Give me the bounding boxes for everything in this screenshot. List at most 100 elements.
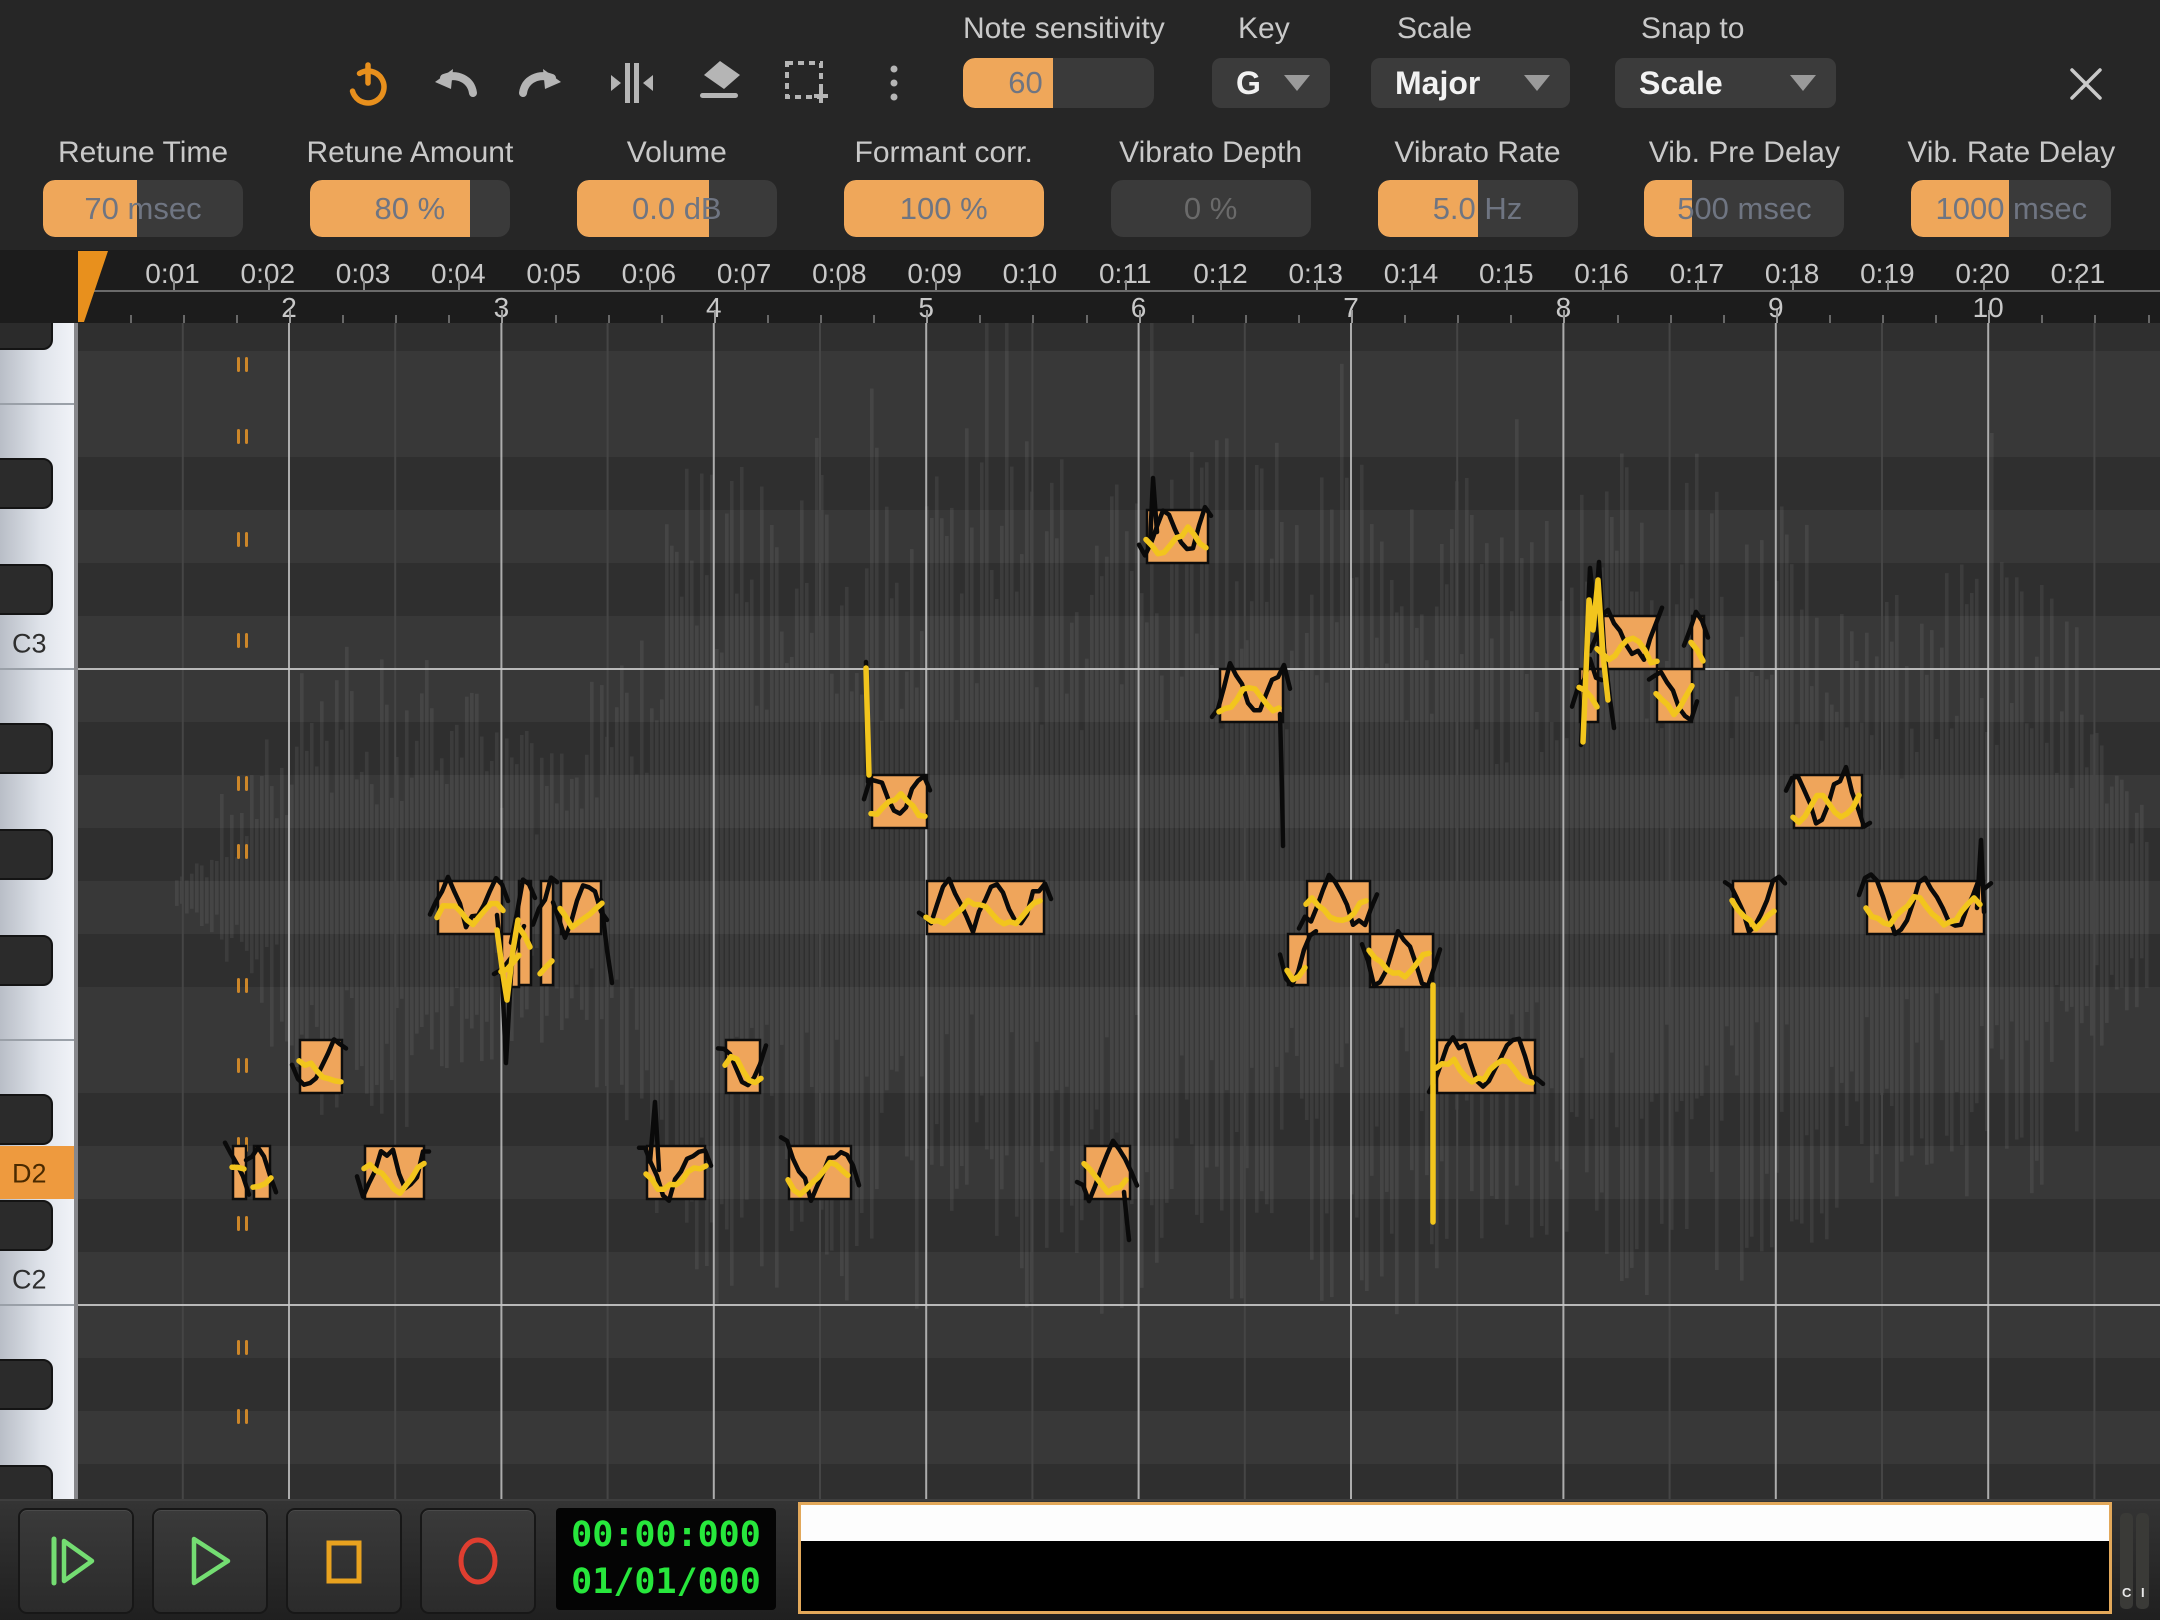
grid-halfbar-line	[394, 323, 396, 1499]
black-key[interactable]	[0, 1466, 52, 1499]
scale-note-mark	[237, 1409, 240, 1424]
ruler-time-tick	[1887, 280, 1889, 290]
power-icon	[340, 55, 396, 111]
param-label: Volume	[537, 136, 817, 168]
param-label: Retune Time	[3, 136, 283, 168]
more-button[interactable]	[866, 55, 922, 111]
ruler-bar-tick	[661, 315, 663, 323]
pitch-editor-window: Note sensitivity 60 Key G Scale Major Sn…	[0, 0, 2160, 1620]
eraser-button[interactable]	[692, 55, 748, 111]
grid-row	[78, 351, 2160, 404]
ruler-bar-tick	[1723, 315, 1725, 323]
ruler-time-tick	[1125, 280, 1127, 290]
ruler-time-tick	[268, 280, 270, 290]
key-label: Key	[1238, 12, 1290, 46]
redo-icon	[513, 55, 569, 111]
white-key-separator	[0, 403, 74, 405]
scale-dropdown[interactable]: Major	[1371, 58, 1570, 108]
black-key[interactable]	[0, 724, 52, 773]
param-slider-volume[interactable]: 0.0 dB	[577, 180, 777, 237]
play-from-start-button[interactable]	[18, 1508, 134, 1614]
power-button[interactable]	[340, 55, 396, 111]
record-button[interactable]	[420, 1508, 536, 1614]
marquee-select-button[interactable]	[779, 55, 835, 111]
param-value: 0 %	[1111, 180, 1311, 237]
stop-button[interactable]	[286, 1508, 402, 1614]
ruler-time-tick	[1316, 280, 1318, 290]
scale-value: Major	[1395, 65, 1524, 102]
ruler-bar-tick	[1670, 315, 1672, 323]
grid-row	[78, 1358, 2160, 1411]
ruler-bar-tick	[979, 315, 981, 323]
scale-note-mark	[237, 429, 240, 444]
param-slider-retune-amount[interactable]: 80 %	[310, 180, 510, 237]
grid-halfbar-line	[182, 323, 184, 1499]
black-key[interactable]	[0, 565, 52, 614]
pitch-curve-yellow	[866, 668, 869, 775]
chevron-down-icon	[1790, 75, 1816, 91]
play-from-start-icon	[44, 1529, 108, 1593]
scale-note-mark	[245, 978, 248, 993]
grid-row	[78, 1199, 2160, 1252]
ruler-bar-tick	[2148, 315, 2150, 323]
playhead-marker[interactable]	[78, 251, 108, 322]
param-slider-vib-pre-delay[interactable]: 500 msec	[1644, 180, 1844, 237]
grid-row	[78, 563, 2160, 616]
key-octave-label: C3	[12, 629, 47, 659]
mini-control-left-label: C	[2122, 1585, 2131, 1600]
key-dropdown[interactable]: G	[1212, 58, 1330, 108]
timeline-ruler[interactable]: 0:010:020:030:040:050:060:070:080:090:10…	[0, 250, 2160, 323]
param-slider-formant-corr-[interactable]: 100 %	[844, 180, 1044, 237]
black-key[interactable]	[0, 1201, 52, 1250]
grid-row	[78, 1305, 2160, 1358]
param-slider-vibrato-depth[interactable]: 0 %	[1111, 180, 1311, 237]
scale-note-mark	[245, 1216, 248, 1231]
ruler-bar-tick	[873, 315, 875, 323]
black-key[interactable]	[0, 459, 52, 508]
note-sensitivity-slider[interactable]: 60	[963, 58, 1154, 108]
play-button[interactable]	[152, 1508, 268, 1614]
piano-keyboard[interactable]: D2C3C2	[0, 323, 78, 1499]
chevron-down-icon	[1284, 75, 1310, 91]
split-note-icon	[603, 55, 659, 111]
grid-bar-line	[288, 323, 290, 1499]
chevron-down-icon	[1524, 75, 1550, 91]
grid-halfbar-line	[1244, 323, 1246, 1499]
scale-note-mark	[245, 532, 248, 547]
black-key[interactable]	[0, 1095, 52, 1144]
black-key[interactable]	[0, 323, 52, 349]
param-slider-retune-time[interactable]: 70 msec	[43, 180, 243, 237]
time-display-bar: 01/01/000	[571, 1559, 761, 1606]
ruler-bar-tick	[501, 310, 503, 323]
ruler-time-tick	[363, 280, 365, 290]
ruler-bar-tick	[236, 315, 238, 323]
redo-button[interactable]	[513, 55, 569, 111]
grid-row	[78, 669, 2160, 722]
keyboard-grid-divider	[74, 323, 78, 1499]
ruler-time-tick	[1030, 280, 1032, 290]
scale-note-mark	[245, 776, 248, 791]
close-button[interactable]	[2058, 56, 2114, 112]
ruler-bar-tick	[1563, 310, 1565, 323]
ruler-bar-tick	[1510, 315, 1512, 323]
ruler-bar-tick	[448, 315, 450, 323]
undo-button[interactable]	[427, 55, 483, 111]
scale-note-mark	[245, 1058, 248, 1073]
black-key[interactable]	[0, 936, 52, 985]
param-slider-vibrato-rate[interactable]: 5.0 Hz	[1378, 180, 1578, 237]
black-key[interactable]	[0, 830, 52, 879]
ruler-bar-tick	[555, 315, 557, 323]
black-key[interactable]	[0, 1360, 52, 1409]
scale-note-mark	[245, 1340, 248, 1355]
overview-waveform-area	[801, 1505, 2109, 1541]
ruler-bar-tick	[1457, 315, 1459, 323]
param-label: Vibrato Depth	[1071, 136, 1351, 168]
snap-to-value: Scale	[1639, 65, 1790, 102]
snap-to-dropdown[interactable]: Scale	[1615, 58, 1836, 108]
scale-label: Scale	[1397, 12, 1472, 46]
split-note-button[interactable]	[603, 55, 659, 111]
song-overview-scrubber[interactable]	[798, 1502, 2112, 1614]
note-sensitivity-value: 60	[963, 58, 1053, 108]
param-slider-vib-rate-delay[interactable]: 1000 msec	[1911, 180, 2111, 237]
pitch-grid[interactable]: D2C3C2	[0, 323, 2160, 1499]
